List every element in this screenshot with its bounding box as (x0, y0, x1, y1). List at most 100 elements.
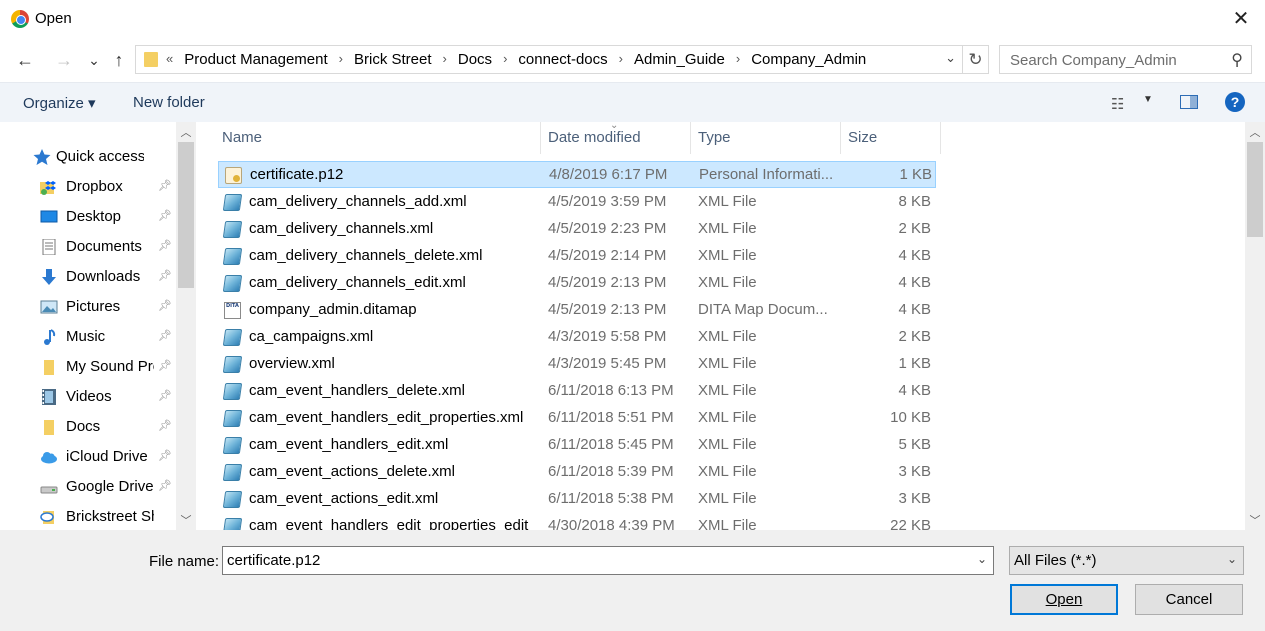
preview-pane-icon[interactable] (1180, 95, 1198, 109)
chevron-down-icon[interactable]: ▼ (1143, 94, 1153, 105)
sidebar-item-my-sound-pro[interactable]: My Sound Pro 📌︎ (0, 353, 176, 381)
file-list: ⌄ Name Date modified Type Size certifica… (196, 122, 1245, 530)
file-row[interactable]: cam_event_actions_delete.xml 6/11/2018 5… (218, 459, 936, 486)
sidebar-item-quick-access[interactable]: Quick access (0, 143, 176, 171)
sidebar-item-label: Music (66, 328, 106, 345)
pin-icon[interactable]: 📌︎ (158, 269, 172, 282)
chevron-down-icon[interactable]: ⌄ (1227, 552, 1237, 566)
breadcrumb-item[interactable]: Docs (458, 51, 492, 68)
column-header-date-modified[interactable]: Date modified (541, 122, 691, 154)
breadcrumb-item[interactable]: connect-docs (518, 51, 607, 68)
close-icon[interactable]: ✕ (1229, 6, 1253, 32)
sidebar-item-icloud-drive[interactable]: iCloud Drive 📌︎ (0, 443, 176, 471)
file-row[interactable]: ca_campaigns.xml 4/3/2019 5:58 PM XML Fi… (218, 324, 936, 351)
file-row[interactable]: cam_event_handlers_edit_properties.xml 6… (218, 405, 936, 432)
file-date: 6/11/2018 5:45 PM (548, 436, 674, 453)
forward-button[interactable]: → (52, 48, 76, 72)
chevron-up-icon[interactable]: ︿ (176, 124, 196, 140)
chevron-right-icon[interactable]: › (492, 51, 518, 68)
file-row[interactable]: cam_delivery_channels_edit.xml 4/5/2019 … (218, 270, 936, 297)
file-size: 8 KB (898, 193, 931, 210)
chevron-right-icon[interactable]: › (432, 51, 458, 68)
breadcrumb-item[interactable]: Admin_Guide (634, 51, 725, 68)
chevron-down-icon[interactable]: ⌄ (945, 50, 956, 66)
file-row[interactable]: cam_event_actions_edit.xml 6/11/2018 5:3… (218, 486, 936, 513)
pin-icon[interactable]: 📌︎ (158, 389, 172, 402)
breadcrumb-item[interactable]: Company_Admin (751, 51, 866, 68)
file-date: 4/5/2019 2:13 PM (548, 274, 667, 291)
address-bar[interactable]: « Product Management › Brick Street › Do… (135, 45, 963, 74)
pin-icon[interactable]: 📌︎ (158, 419, 172, 432)
sidebar-item-music[interactable]: Music 📌︎ (0, 323, 176, 351)
new-folder-button[interactable]: New folder (133, 94, 205, 111)
pin-icon[interactable]: 📌︎ (158, 359, 172, 372)
column-header-size[interactable]: Size (841, 122, 941, 154)
file-list-scrollbar[interactable]: ︿ ﹀ (1245, 122, 1265, 530)
chevron-up-icon[interactable]: ︿ (1245, 124, 1265, 140)
pin-icon[interactable]: 📌︎ (158, 329, 172, 342)
sidebar-item-docs[interactable]: Docs 📌︎ (0, 413, 176, 441)
file-row[interactable]: cam_delivery_channels_add.xml 4/5/2019 3… (218, 189, 936, 216)
pin-icon[interactable]: 📌︎ (158, 209, 172, 222)
recent-locations-button[interactable]: ⌄ (82, 48, 106, 72)
file-type: XML File (698, 436, 757, 453)
file-row[interactable]: cam_event_handlers_edit.xml 6/11/2018 5:… (218, 432, 936, 459)
back-button[interactable]: ← (13, 48, 37, 72)
pin-icon[interactable]: 📌︎ (158, 479, 172, 492)
sidebar-scrollbar[interactable]: ︿ ﹀ (176, 122, 196, 530)
sidebar-item-google-drive[interactable]: Google Drive 📌︎ (0, 473, 176, 501)
column-header-name[interactable]: Name (215, 122, 541, 154)
chevron-right-icon[interactable]: › (608, 51, 634, 68)
scrollbar-thumb[interactable] (1247, 142, 1263, 237)
file-name: cam_event_actions_delete.xml (249, 463, 455, 480)
file-row[interactable]: cam_delivery_channels.xml 4/5/2019 2:23 … (218, 216, 936, 243)
search-placeholder: Search Company_Admin (1010, 52, 1177, 69)
sidebar-item-brickstreet-sh[interactable]: Brickstreet Sh (0, 503, 176, 530)
chevron-down-icon[interactable]: ﹀ (176, 512, 196, 528)
file-type-filter[interactable]: All Files (*.*) ⌄ (1009, 546, 1244, 575)
scrollbar-thumb[interactable] (178, 142, 194, 288)
refresh-button[interactable]: ↻ (963, 45, 989, 74)
pin-icon[interactable]: 📌︎ (158, 299, 172, 312)
search-input[interactable]: Search Company_Admin ⚲ (999, 45, 1252, 74)
chevron-right-icon[interactable]: › (725, 51, 751, 68)
pin-icon[interactable]: 📌︎ (158, 239, 172, 252)
cancel-button[interactable]: Cancel (1135, 584, 1243, 615)
videos-icon (42, 389, 56, 405)
file-row[interactable]: certificate.p12 4/8/2019 6:17 PM Persona… (218, 161, 936, 188)
sidebar-item-label: Dropbox (66, 178, 123, 195)
file-row[interactable]: cam_event_handlers_delete.xml 6/11/2018 … (218, 378, 936, 405)
view-options-icon[interactable]: ☷ (1111, 95, 1124, 113)
sidebar-item-pictures[interactable]: Pictures 📌︎ (0, 293, 176, 321)
file-row[interactable]: cam_delivery_channels_delete.xml 4/5/201… (218, 243, 936, 270)
sidebar-item-videos[interactable]: Videos 📌︎ (0, 383, 176, 411)
chevron-right-icon[interactable]: › (328, 51, 354, 68)
file-row[interactable]: company_admin.ditamap 4/5/2019 2:13 PM D… (218, 297, 936, 324)
file-size: 4 KB (898, 301, 931, 318)
file-name: certificate.p12 (250, 166, 344, 183)
organize-button[interactable]: Organize ▾ (23, 94, 96, 112)
sidebar-item-documents[interactable]: Documents 📌︎ (0, 233, 176, 261)
column-header-type[interactable]: Type (691, 122, 841, 154)
file-name-field[interactable]: ⌄ (222, 546, 994, 575)
breadcrumb-overflow[interactable]: « (166, 51, 184, 68)
breadcrumb-item[interactable]: Brick Street (354, 51, 432, 68)
sidebar-item-downloads[interactable]: Downloads 📌︎ (0, 263, 176, 291)
file-name-input[interactable] (223, 547, 963, 574)
desktop-icon (40, 210, 58, 223)
title-bar: Open ✕ (0, 0, 1265, 38)
sidebar-item-desktop[interactable]: Desktop 📌︎ (0, 203, 176, 231)
pin-icon[interactable]: 📌︎ (158, 179, 172, 192)
sidebar-item-label: Quick access (56, 148, 144, 165)
chevron-down-icon[interactable]: ⌄ (977, 552, 987, 566)
pin-icon[interactable]: 📌︎ (158, 449, 172, 462)
breadcrumb-item[interactable]: Product Management (184, 51, 327, 68)
chevron-down-icon[interactable]: ﹀ (1245, 512, 1265, 528)
file-type: DITA Map Docum... (698, 301, 828, 318)
file-row[interactable]: overview.xml 4/3/2019 5:45 PM XML File 1… (218, 351, 936, 378)
up-button[interactable]: ↑ (107, 48, 131, 72)
sidebar-item-dropbox[interactable]: Dropbox 📌︎ (0, 173, 176, 201)
help-icon[interactable]: ? (1225, 92, 1245, 112)
open-button[interactable]: Open (1010, 584, 1118, 615)
file-row[interactable]: cam_event_handlers_edit_properties_edit … (218, 513, 936, 530)
